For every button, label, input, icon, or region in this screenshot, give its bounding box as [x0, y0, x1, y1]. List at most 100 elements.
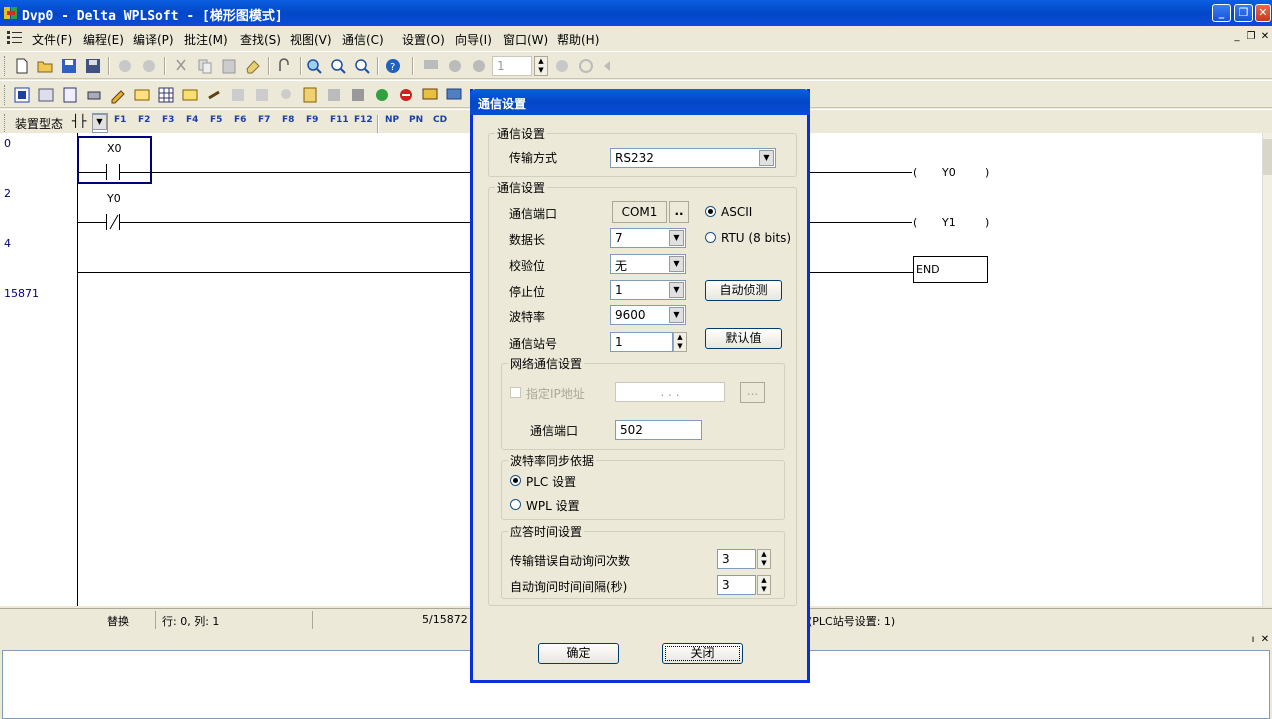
station-spinner[interactable]: ▲ ▼	[673, 332, 687, 352]
instruction-mode-icon[interactable]	[37, 86, 55, 104]
save-all-icon[interactable]	[84, 57, 102, 75]
mdi-restore-button[interactable]: ❐	[1244, 31, 1258, 44]
stop-plc-icon[interactable]	[397, 86, 415, 104]
toolbar-grip[interactable]	[4, 85, 7, 105]
save-icon[interactable]	[60, 57, 78, 75]
frame-icon[interactable]	[349, 86, 367, 104]
data-length-select[interactable]: 7 ▼	[610, 228, 686, 248]
coil-label[interactable]: Y1	[942, 216, 956, 229]
ip-checkbox[interactable]	[510, 387, 521, 398]
jump-icon[interactable]	[276, 57, 294, 75]
zoom-out-icon[interactable]	[353, 57, 371, 75]
station-input[interactable]: 1	[610, 332, 673, 352]
ok-button[interactable]: 确定	[538, 643, 619, 664]
monitor-icon[interactable]	[422, 57, 440, 75]
memory-icon[interactable]	[181, 86, 199, 104]
copy-icon[interactable]	[196, 57, 214, 75]
menu-file[interactable]: 文件(F)	[32, 31, 72, 48]
f5-contact-button[interactable]: F5	[210, 115, 222, 125]
minimize-button[interactable]: _	[1212, 4, 1231, 22]
transport-select[interactable]: RS232 ▼	[610, 148, 776, 168]
table-icon[interactable]	[157, 86, 175, 104]
retry-spinner[interactable]: ▲ ▼	[757, 549, 771, 569]
device-type-dropdown[interactable]: ▼	[92, 113, 108, 133]
ip-address-input[interactable]: . . .	[615, 382, 725, 402]
f9-button[interactable]: F9	[306, 115, 318, 125]
help-icon[interactable]: ?	[384, 57, 402, 75]
info-icon[interactable]	[470, 57, 488, 75]
menu-wizard[interactable]: 向导(I)	[455, 31, 492, 48]
f11-button[interactable]: F11	[330, 115, 349, 125]
device-monitor-icon[interactable]	[446, 57, 464, 75]
coil-label[interactable]: Y0	[942, 166, 956, 179]
stop-icon[interactable]	[553, 57, 571, 75]
chevron-down-icon[interactable]: ▼	[759, 150, 774, 166]
step-input[interactable]: 1	[492, 56, 532, 76]
network-port-input[interactable]: 502	[615, 420, 702, 440]
toolbar-grip[interactable]	[4, 114, 7, 134]
menu-help[interactable]: 帮助(H)	[557, 31, 599, 48]
refresh-icon[interactable]	[577, 57, 595, 75]
nc-contact-icon[interactable]	[106, 214, 120, 230]
ascii-radio[interactable]	[705, 206, 716, 217]
parity-select[interactable]: 无 ▼	[610, 254, 686, 274]
menu-settings[interactable]: 设置(O)	[402, 31, 445, 48]
sfc-mode-icon[interactable]	[61, 86, 79, 104]
no-contact-icon[interactable]	[106, 164, 120, 180]
menu-compile[interactable]: 编译(P)	[133, 31, 174, 48]
ip-browse-button[interactable]: ...	[740, 382, 765, 403]
edit-comment-icon[interactable]	[109, 86, 127, 104]
chevron-down-icon[interactable]: ▼	[669, 230, 684, 246]
close-button[interactable]: ✕	[1255, 4, 1271, 22]
step-spinner[interactable]: ▲ ▼	[534, 56, 548, 76]
f7-coil-button[interactable]: F7	[258, 115, 270, 125]
plc-setting-radio[interactable]	[510, 475, 521, 486]
maximize-button[interactable]: ❐	[1234, 4, 1253, 22]
mdi-close-button[interactable]: ✕	[1258, 31, 1272, 44]
vertical-scrollbar[interactable]	[1262, 133, 1272, 606]
rtu-radio[interactable]	[705, 232, 716, 243]
menu-communication[interactable]: 通信(C)	[342, 31, 384, 48]
block-icon[interactable]	[325, 86, 343, 104]
menu-search[interactable]: 查找(S)	[240, 31, 281, 48]
menu-view[interactable]: 视图(V)	[290, 31, 332, 48]
f8-button[interactable]: F8	[282, 115, 294, 125]
undo-icon[interactable]	[116, 57, 134, 75]
mdi-minimize-button[interactable]: _	[1230, 31, 1244, 44]
port-browse-button[interactable]: ..	[669, 201, 689, 223]
port-display[interactable]: COM1	[612, 201, 667, 223]
cut-icon[interactable]	[172, 57, 190, 75]
f4-contact-button[interactable]: F4	[186, 115, 198, 125]
menu-window[interactable]: 窗口(W)	[503, 31, 548, 48]
run-icon[interactable]	[373, 86, 391, 104]
calc-icon[interactable]	[301, 86, 319, 104]
baud-rate-select[interactable]: 9600 ▼	[610, 305, 686, 325]
chevron-down-icon[interactable]: ▼	[669, 282, 684, 298]
download-icon[interactable]	[229, 86, 247, 104]
f6-contact-button[interactable]: F6	[234, 115, 246, 125]
offline-icon[interactable]	[445, 86, 463, 104]
ladder-mode-icon[interactable]	[13, 86, 31, 104]
auto-detect-button[interactable]: 自动侦测	[705, 280, 782, 301]
menu-comment[interactable]: 批注(M)	[184, 31, 228, 48]
f2-contact-button[interactable]: F2	[138, 115, 150, 125]
new-file-icon[interactable]	[13, 57, 31, 75]
interval-input[interactable]: 3	[717, 575, 756, 595]
dialog-title-bar[interactable]: 通信设置	[470, 89, 810, 115]
pn-button[interactable]: PN	[409, 115, 423, 125]
toolbar-grip[interactable]	[4, 56, 7, 76]
eraser-icon[interactable]	[244, 57, 262, 75]
np-button[interactable]: NP	[385, 115, 399, 125]
chevron-down-icon[interactable]: ▼	[669, 256, 684, 272]
menu-edit[interactable]: 编程(E)	[83, 31, 124, 48]
online-icon[interactable]	[421, 86, 439, 104]
upload-icon[interactable]	[253, 86, 271, 104]
end-instruction[interactable]: END	[913, 256, 988, 283]
rewind-icon[interactable]	[601, 57, 619, 75]
interval-spinner[interactable]: ▲ ▼	[757, 575, 771, 595]
pin-icon[interactable]	[277, 86, 295, 104]
f12-button[interactable]: F12	[354, 115, 373, 125]
cd-button[interactable]: CD	[433, 115, 447, 125]
f1-contact-button[interactable]: F1	[114, 115, 126, 125]
paste-icon[interactable]	[220, 57, 238, 75]
